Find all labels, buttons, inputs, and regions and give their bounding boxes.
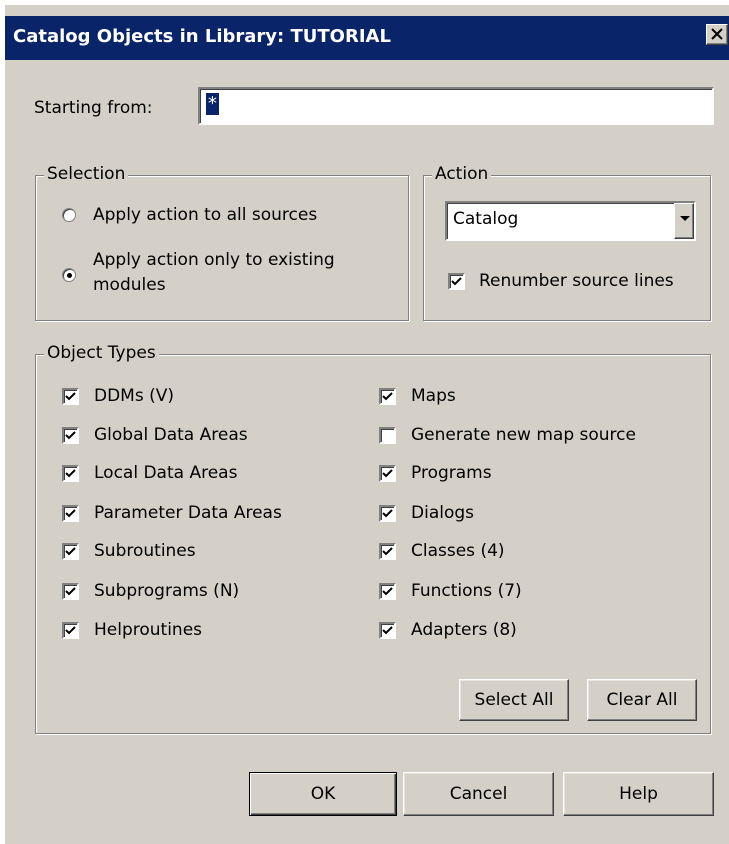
checkbox-parameter-data-areas[interactable] xyxy=(62,505,79,522)
action-dropdown[interactable]: Catalog xyxy=(445,201,696,241)
check-icon xyxy=(65,547,76,556)
renumber-label[interactable]: Renumber source lines xyxy=(479,271,674,291)
checkbox-subprograms-label[interactable]: Subprograms (N) xyxy=(94,581,239,601)
checkbox-functions-label[interactable]: Functions (7) xyxy=(411,581,522,601)
checkbox-ddms[interactable] xyxy=(62,388,79,405)
checkbox-functions[interactable] xyxy=(379,583,396,600)
checkbox-local-data-areas-label[interactable]: Local Data Areas xyxy=(94,463,237,483)
checkbox-subroutines[interactable] xyxy=(62,543,79,560)
action-dropdown-button[interactable] xyxy=(674,203,694,239)
check-icon xyxy=(65,509,76,518)
checkbox-classes[interactable] xyxy=(379,543,396,560)
checkbox-adapters[interactable] xyxy=(379,622,396,639)
action-group-title: Action xyxy=(432,164,492,184)
check-icon xyxy=(65,469,76,478)
checkbox-local-data-areas[interactable] xyxy=(62,465,79,482)
chevron-down-icon xyxy=(680,216,690,221)
checkbox-parameter-data-areas-label[interactable]: Parameter Data Areas xyxy=(94,503,282,523)
checkbox-helproutines[interactable] xyxy=(62,622,79,639)
checkbox-helproutines-label[interactable]: Helproutines xyxy=(94,620,202,640)
check-icon xyxy=(382,509,393,518)
checkbox-generate-new-map-source-label[interactable]: Generate new map source xyxy=(411,425,636,445)
checkbox-adapters-label[interactable]: Adapters (8) xyxy=(411,620,517,640)
check-icon xyxy=(451,277,462,286)
radio-all-sources[interactable] xyxy=(62,208,76,222)
radio-existing-modules-label-line2[interactable]: modules xyxy=(93,275,166,295)
catalog-dialog: Catalog Objects in Library: TUTORIAL Sta… xyxy=(4,4,729,844)
selection-group-title: Selection xyxy=(44,164,129,184)
ok-button[interactable]: OK xyxy=(249,772,397,816)
checkbox-programs-label[interactable]: Programs xyxy=(411,463,492,483)
checkbox-subprograms[interactable] xyxy=(62,583,79,600)
radio-all-sources-label[interactable]: Apply action to all sources xyxy=(93,205,317,225)
close-icon xyxy=(711,28,723,40)
check-icon xyxy=(382,392,393,401)
checkbox-maps[interactable] xyxy=(379,388,396,405)
check-icon xyxy=(65,626,76,635)
checkbox-global-data-areas-label[interactable]: Global Data Areas xyxy=(94,425,248,445)
check-icon xyxy=(65,431,76,440)
radio-existing-modules-label-line1[interactable]: Apply action only to existing xyxy=(93,250,335,270)
checkbox-generate-new-map-source[interactable] xyxy=(379,427,396,444)
action-dropdown-value: Catalog xyxy=(453,209,519,229)
select-all-button[interactable]: Select All xyxy=(459,679,569,721)
starting-from-input[interactable]: * xyxy=(198,87,714,125)
close-button[interactable] xyxy=(706,24,728,45)
checkbox-ddms-label[interactable]: DDMs (V) xyxy=(94,386,174,406)
starting-from-label: Starting from: xyxy=(34,98,153,118)
radio-existing-modules[interactable] xyxy=(62,268,76,282)
object-types-group-title: Object Types xyxy=(44,343,159,363)
checkbox-maps-label[interactable]: Maps xyxy=(411,386,456,406)
action-group: Action xyxy=(423,164,711,321)
check-icon xyxy=(382,626,393,635)
check-icon xyxy=(382,547,393,556)
checkbox-classes-label[interactable]: Classes (4) xyxy=(411,541,505,561)
clear-all-button[interactable]: Clear All xyxy=(587,679,697,721)
starting-from-value: * xyxy=(206,93,219,115)
checkbox-programs[interactable] xyxy=(379,465,396,482)
checkbox-global-data-areas[interactable] xyxy=(62,427,79,444)
help-button[interactable]: Help xyxy=(563,772,714,816)
renumber-checkbox[interactable] xyxy=(448,273,465,290)
window-title: Catalog Objects in Library: TUTORIAL xyxy=(13,26,391,47)
cancel-button[interactable]: Cancel xyxy=(403,772,554,816)
check-icon xyxy=(65,392,76,401)
selection-group: Selection xyxy=(35,164,409,321)
check-icon xyxy=(382,469,393,478)
checkbox-subroutines-label[interactable]: Subroutines xyxy=(94,541,196,561)
checkbox-dialogs-label[interactable]: Dialogs xyxy=(411,503,474,523)
check-icon xyxy=(65,587,76,596)
title-bar[interactable]: Catalog Objects in Library: TUTORIAL xyxy=(5,16,729,60)
check-icon xyxy=(382,587,393,596)
checkbox-dialogs[interactable] xyxy=(379,505,396,522)
